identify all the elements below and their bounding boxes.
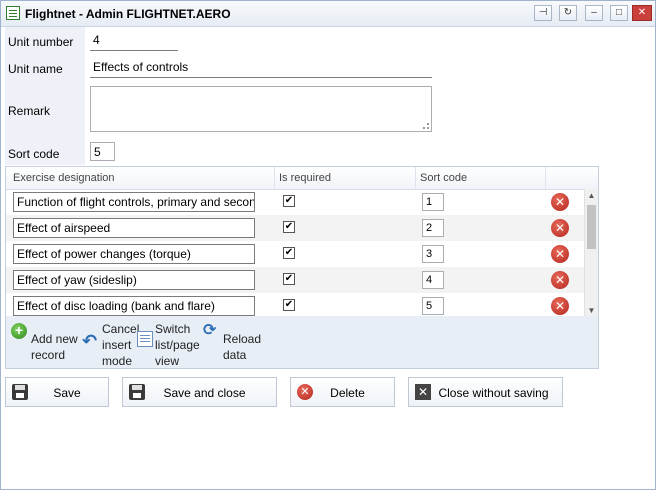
table-row: Function of flight controls, primary and… bbox=[6, 189, 584, 215]
delete-label: Delete bbox=[330, 386, 365, 400]
close-without-saving-button[interactable]: ✕ Close without saving bbox=[408, 377, 563, 407]
refresh-icon[interactable]: ↻ bbox=[559, 5, 577, 21]
delete-row-icon[interactable]: ✕ bbox=[551, 271, 569, 289]
grid-toolbar: + Add new record ↶ Cancel insert mode Sw… bbox=[5, 316, 599, 369]
designation-input[interactable]: Effect of airspeed bbox=[13, 218, 255, 238]
sort-code-input[interactable]: 1 bbox=[422, 193, 444, 211]
exercise-grid: Exercise designation Is required Sort co… bbox=[5, 166, 599, 318]
close-without-saving-label: Close without saving bbox=[438, 386, 549, 400]
grid-scrollbar[interactable]: ▲ ▼ bbox=[584, 189, 598, 317]
sort-code-input[interactable]: 2 bbox=[422, 219, 444, 237]
save-label: Save bbox=[53, 386, 81, 400]
close-icon[interactable]: ✕ bbox=[632, 5, 652, 21]
required-checkbox[interactable]: ✔ bbox=[283, 273, 295, 285]
reload-icon: ⟳ bbox=[203, 322, 217, 339]
maximize-icon[interactable]: □ bbox=[610, 5, 628, 21]
remark-field[interactable] bbox=[90, 86, 432, 132]
designation-input[interactable]: Effect of yaw (sideslip) bbox=[13, 270, 255, 290]
scroll-thumb[interactable] bbox=[587, 205, 596, 249]
table-row: Effect of power changes (torque) ✔ 3 ✕ bbox=[6, 241, 584, 267]
save-and-close-label: Save and close bbox=[163, 386, 246, 400]
resize-grip-icon[interactable] bbox=[423, 123, 429, 129]
required-checkbox[interactable]: ✔ bbox=[283, 299, 295, 311]
remark-label: Remark bbox=[8, 104, 51, 118]
unit-name-label: Unit name bbox=[8, 62, 63, 76]
column-header-required[interactable]: Is required bbox=[279, 172, 331, 184]
pin-icon[interactable]: ⊣ bbox=[534, 5, 552, 21]
table-row: Effect of airspeed ✔ 2 ✕ bbox=[6, 215, 584, 241]
delete-row-icon[interactable]: ✕ bbox=[551, 219, 569, 237]
switch-view-icon bbox=[137, 331, 153, 347]
column-separator bbox=[545, 167, 546, 189]
app-window: Flightnet - Admin FLIGHTNET.AERO ⊣ ↻ – □… bbox=[0, 0, 656, 490]
delete-button[interactable]: ✕ Delete bbox=[290, 377, 395, 407]
sort-code-input[interactable]: 5 bbox=[422, 297, 444, 315]
designation-input[interactable]: Effect of power changes (torque) bbox=[13, 244, 255, 264]
unit-number-field[interactable]: 4 bbox=[90, 31, 178, 51]
window-title: Flightnet - Admin FLIGHTNET.AERO bbox=[25, 7, 231, 21]
minimize-icon[interactable]: – bbox=[585, 5, 603, 21]
reload-data-label: Reload data bbox=[223, 332, 262, 362]
cancel-insert-mode-label: Cancel insert mode bbox=[102, 322, 140, 368]
required-checkbox[interactable]: ✔ bbox=[283, 221, 295, 233]
designation-input[interactable]: Effect of disc loading (bank and flare) bbox=[13, 296, 255, 316]
scroll-up-icon[interactable]: ▲ bbox=[585, 189, 598, 202]
table-row: Effect of yaw (sideslip) ✔ 4 ✕ bbox=[6, 267, 584, 293]
app-icon bbox=[6, 6, 20, 20]
column-header-sort[interactable]: Sort code bbox=[420, 172, 467, 184]
save-button[interactable]: Save bbox=[5, 377, 109, 407]
unit-number-label: Unit number bbox=[8, 35, 74, 49]
unit-name-field[interactable]: Effects of controls bbox=[90, 58, 432, 78]
sort-code-label: Sort code bbox=[8, 147, 60, 161]
column-separator bbox=[274, 167, 275, 189]
column-header-designation[interactable]: Exercise designation bbox=[13, 172, 115, 184]
save-and-close-button[interactable]: Save and close bbox=[122, 377, 277, 407]
add-icon: + bbox=[11, 323, 27, 339]
required-checkbox[interactable]: ✔ bbox=[283, 195, 295, 207]
title-bar: Flightnet - Admin FLIGHTNET.AERO ⊣ ↻ – □… bbox=[1, 1, 655, 27]
sort-code-input[interactable]: 4 bbox=[422, 271, 444, 289]
grid-header: Exercise designation Is required Sort co… bbox=[6, 167, 598, 190]
sort-code-input[interactable]: 3 bbox=[422, 245, 444, 263]
delete-row-icon[interactable]: ✕ bbox=[551, 245, 569, 263]
switch-view-label: Switch list/page view bbox=[155, 322, 200, 368]
column-separator bbox=[415, 167, 416, 189]
add-new-record-label: Add new record bbox=[31, 332, 78, 362]
sort-code-field[interactable]: 5 bbox=[90, 142, 115, 161]
undo-icon: ↶ bbox=[82, 331, 98, 351]
required-checkbox[interactable]: ✔ bbox=[283, 247, 295, 259]
delete-row-icon[interactable]: ✕ bbox=[551, 193, 569, 211]
designation-input[interactable]: Function of flight controls, primary and… bbox=[13, 192, 255, 212]
delete-row-icon[interactable]: ✕ bbox=[551, 297, 569, 315]
table-row: Effect of disc loading (bank and flare) … bbox=[6, 293, 584, 317]
